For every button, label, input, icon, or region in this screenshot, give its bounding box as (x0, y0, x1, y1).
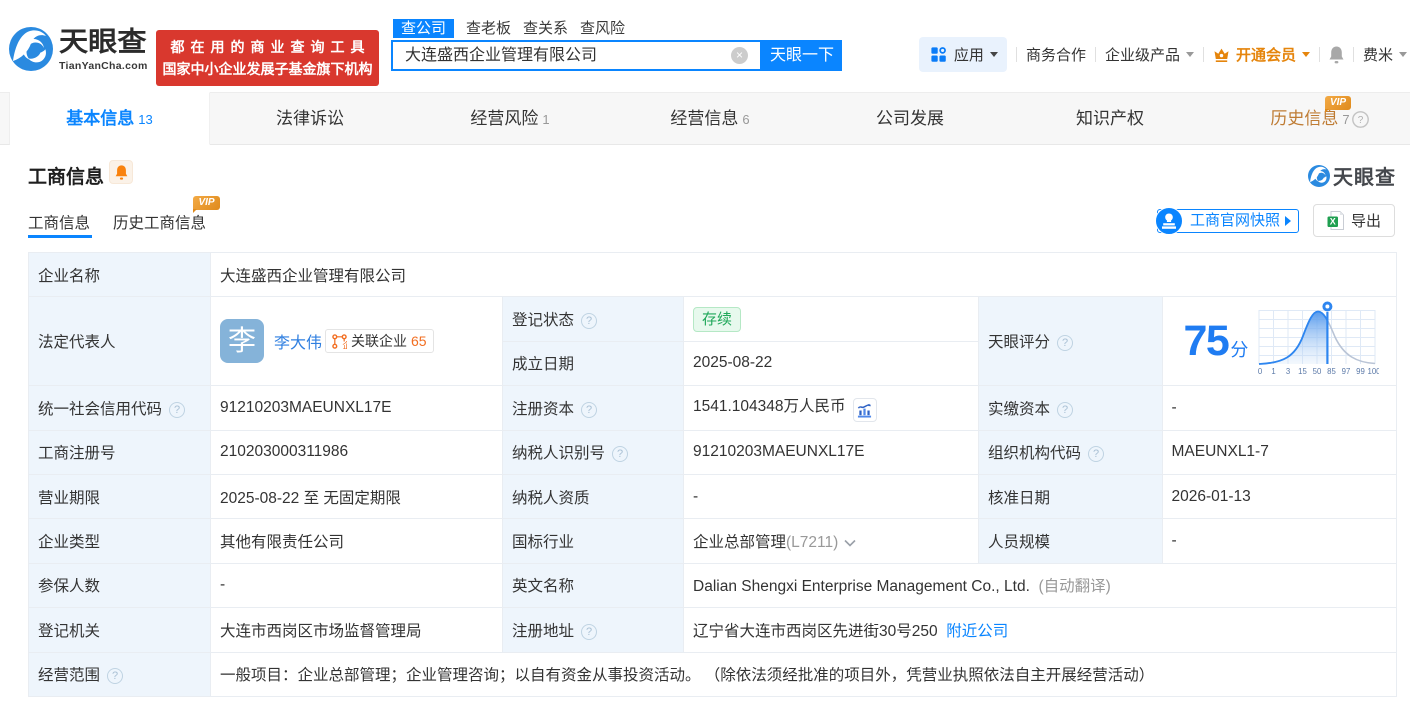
svg-text:50: 50 (1313, 367, 1322, 376)
svg-text:X: X (1330, 217, 1336, 227)
svg-text:15: 15 (1299, 367, 1308, 376)
svg-text:?: ? (1358, 115, 1364, 126)
svg-text:0: 0 (1258, 367, 1263, 376)
svg-text:100: 100 (1368, 367, 1380, 376)
svg-text:99: 99 (1357, 367, 1366, 376)
svg-text:企: 企 (342, 340, 347, 348)
svg-text:3: 3 (1286, 367, 1290, 376)
svg-text:85: 85 (1328, 367, 1337, 376)
svg-text:97: 97 (1342, 367, 1351, 376)
svg-text:1: 1 (1272, 367, 1276, 376)
